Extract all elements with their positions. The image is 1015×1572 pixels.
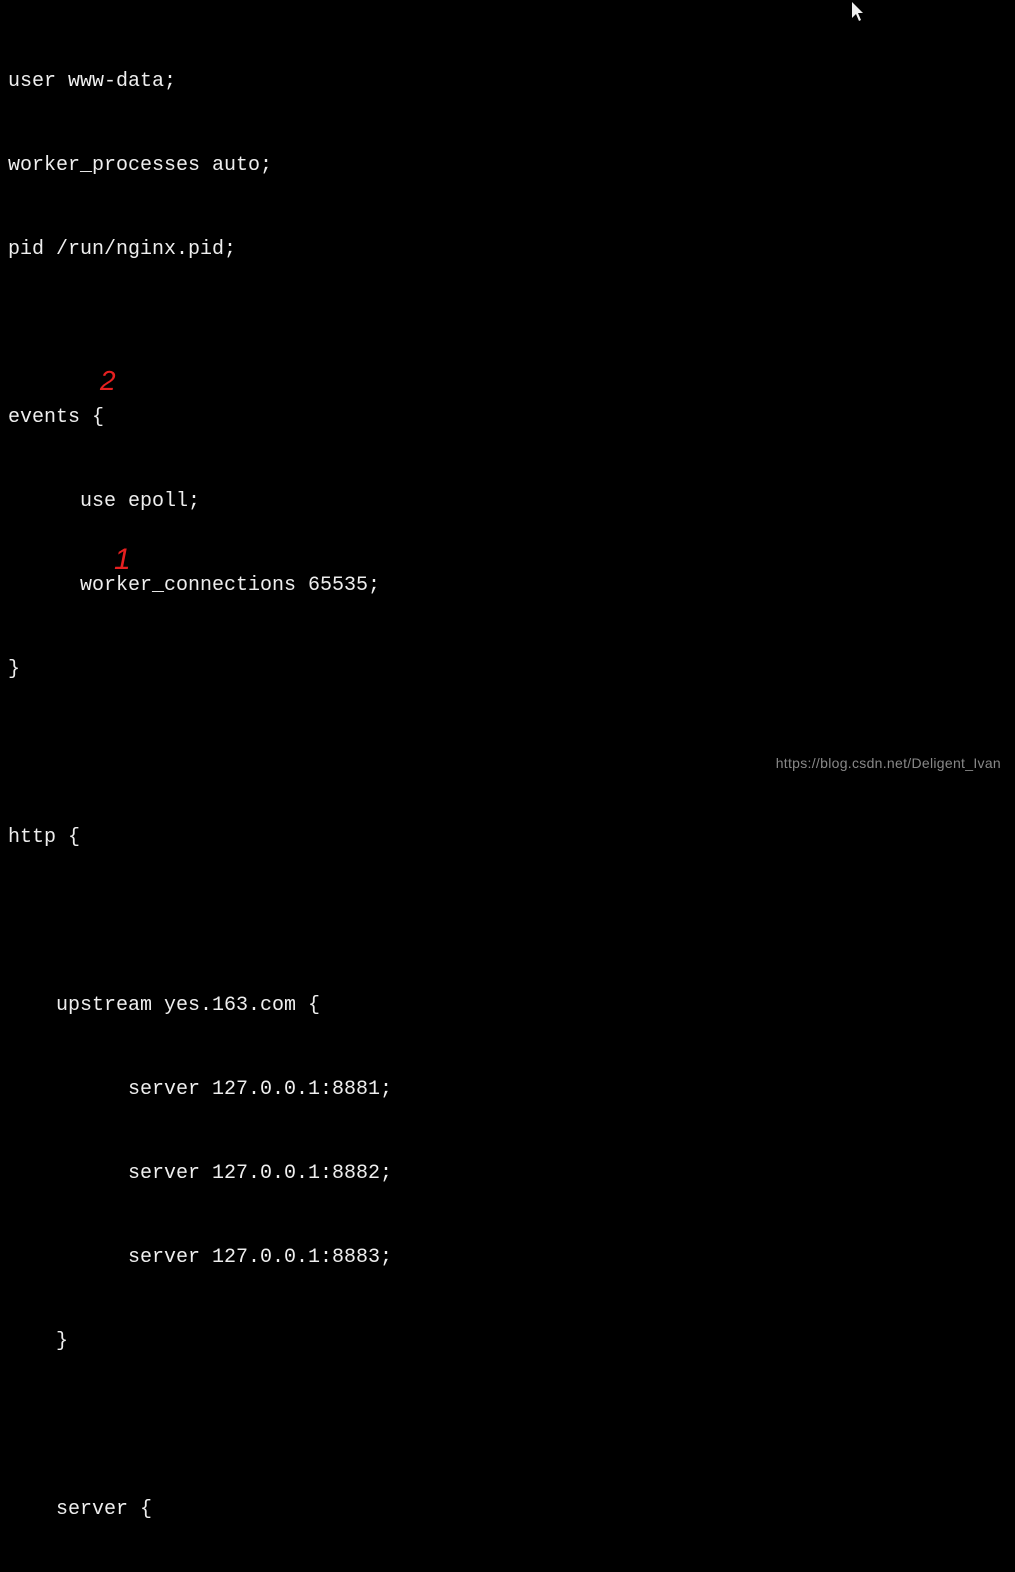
code-line: http { [8, 824, 1007, 852]
code-line: } [8, 1328, 1007, 1356]
code-line: server 127.0.0.1:8881; [8, 1076, 1007, 1104]
code-line [8, 320, 1007, 348]
code-line [8, 908, 1007, 936]
code-line: user www-data; [8, 68, 1007, 96]
nginx-config-code-block: user www-data; worker_processes auto; pi… [8, 12, 1007, 1572]
code-line: server 127.0.0.1:8883; [8, 1244, 1007, 1272]
code-line [8, 1412, 1007, 1440]
code-line: server 127.0.0.1:8882; [8, 1160, 1007, 1188]
code-line: worker_processes auto; [8, 152, 1007, 180]
code-line: use epoll; [8, 488, 1007, 516]
code-line: events { [8, 404, 1007, 432]
source-watermark: https://blog.csdn.net/Deligent_Ivan [776, 754, 1001, 774]
code-line: pid /run/nginx.pid; [8, 236, 1007, 264]
code-line: worker_connections 65535; [8, 572, 1007, 600]
code-line: upstream yes.163.com { [8, 992, 1007, 1020]
code-line: server { [8, 1496, 1007, 1524]
code-line: } [8, 656, 1007, 684]
